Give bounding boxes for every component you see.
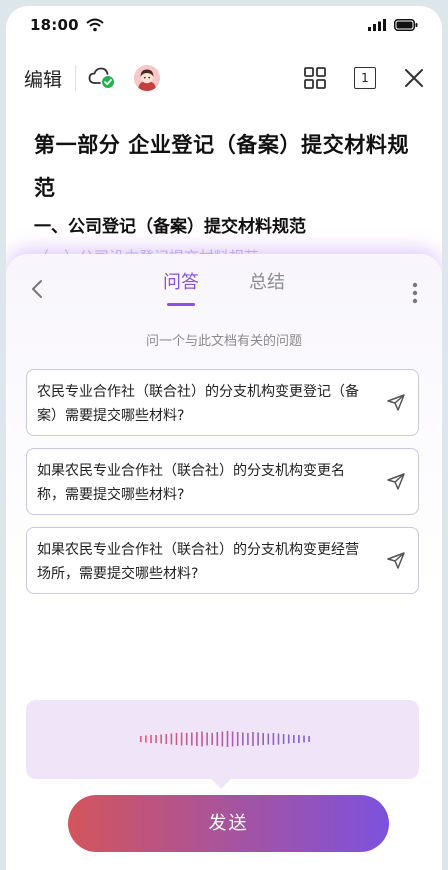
tab-summary-label: 总结 bbox=[249, 272, 285, 293]
tab-qa-label: 问答 bbox=[163, 272, 199, 293]
status-time: 18:00 bbox=[30, 16, 79, 34]
toolbar-divider bbox=[75, 65, 77, 91]
app-screen: 18:00 编辑 1 第一部分 企业登记（备案）提交材料规范 一、公司登记（备案… bbox=[6, 6, 442, 870]
send-question-icon[interactable] bbox=[386, 392, 406, 412]
send-button-label: 发送 bbox=[208, 813, 249, 834]
voice-input-panel[interactable] bbox=[26, 700, 419, 779]
wifi-icon bbox=[86, 18, 104, 32]
voice-waveform-icon bbox=[140, 731, 310, 747]
avatar[interactable] bbox=[134, 65, 161, 91]
cloud-sync-icon[interactable] bbox=[88, 66, 116, 90]
suggested-question-card[interactable]: 如果农民专业合作社（联合社）的分支机构变更名称，需要提交哪些材料? bbox=[26, 448, 419, 515]
question-text: 农民专业合作社（联合社）的分支机构变更登记（备案）需要提交哪些材料? bbox=[37, 384, 359, 424]
back-chevron-icon[interactable] bbox=[30, 278, 44, 300]
page-count-button[interactable]: 1 bbox=[354, 67, 376, 89]
editor-toolbar: 编辑 1 bbox=[6, 54, 442, 102]
suggested-questions: 农民专业合作社（联合社）的分支机构变更登记（备案）需要提交哪些材料? 如果农民专… bbox=[26, 369, 419, 606]
ai-assistant-sheet: 问答 总结 问一个与此文档有关的问题 农民专业合作社（联合社）的分支机构变更登记… bbox=[6, 254, 442, 870]
question-text: 如果农民专业合作社（联合社）的分支机构变更经营场所，需要提交哪些材料? bbox=[37, 542, 359, 582]
tab-qa[interactable]: 问答 bbox=[163, 266, 199, 306]
more-options-icon[interactable] bbox=[412, 282, 418, 304]
question-text: 如果农民专业合作社（联合社）的分支机构变更名称，需要提交哪些材料? bbox=[37, 463, 345, 503]
edit-button[interactable]: 编辑 bbox=[24, 65, 62, 92]
signal-icon bbox=[368, 19, 386, 31]
tab-summary[interactable]: 总结 bbox=[249, 266, 285, 306]
question-hint: 问一个与此文档有关的问题 bbox=[145, 334, 302, 349]
suggested-question-card[interactable]: 如果农民专业合作社（联合社）的分支机构变更经营场所，需要提交哪些材料? bbox=[26, 527, 419, 594]
document-title: 第一部分 企业登记（备案）提交材料规范 bbox=[34, 133, 410, 200]
status-bar: 18:00 bbox=[6, 6, 442, 44]
close-icon[interactable] bbox=[404, 68, 424, 88]
suggested-question-card[interactable]: 农民专业合作社（联合社）的分支机构变更登记（备案）需要提交哪些材料? bbox=[26, 369, 419, 436]
document-subtitle: 一、公司登记（备案）提交材料规范 bbox=[34, 217, 306, 237]
sheet-header: 问答 总结 bbox=[6, 254, 442, 318]
battery-icon bbox=[394, 19, 418, 31]
grid-icon[interactable] bbox=[304, 67, 326, 89]
send-button[interactable]: 发送 bbox=[68, 795, 389, 852]
send-question-icon[interactable] bbox=[386, 550, 406, 570]
send-question-icon[interactable] bbox=[386, 471, 406, 491]
page-count: 1 bbox=[361, 71, 369, 85]
